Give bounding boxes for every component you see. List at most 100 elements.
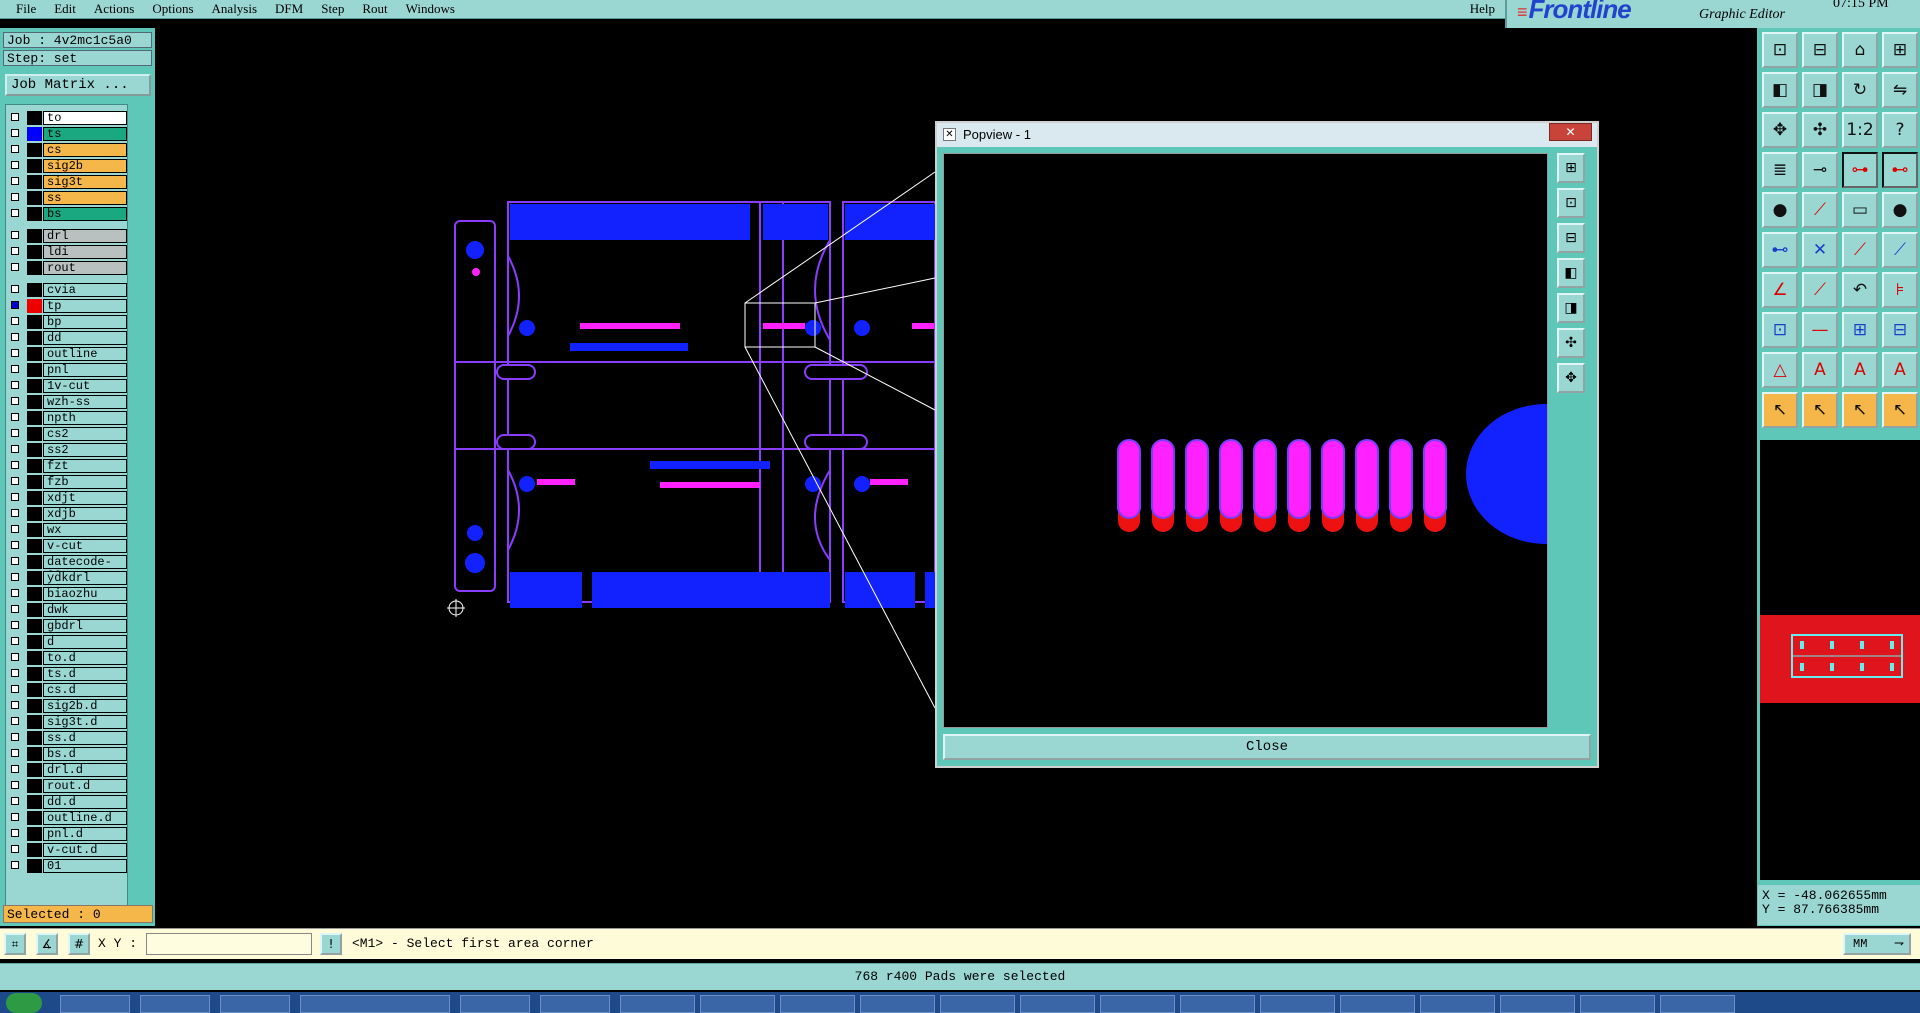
layer-row-rout[interactable]: rout [6,261,127,275]
layer-checkbox[interactable] [11,247,19,255]
pan-left-icon[interactable]: ◧ [1762,72,1798,108]
layer-row-xdjt[interactable]: xdjt [6,491,127,505]
layer-color-swatch[interactable] [27,571,42,585]
layer-row-biaozhu[interactable]: biaozhu [6,587,127,601]
letter-a-icon[interactable]: A [1802,352,1838,388]
layer-name[interactable]: cvia [43,283,127,297]
layer-color-swatch[interactable] [27,651,42,665]
fork-icon[interactable]: ⊧ [1882,272,1918,308]
layer-name[interactable]: bs.d [43,747,127,761]
layer-name[interactable]: v-cut.d [43,843,127,857]
layer-checkbox[interactable] [11,717,19,725]
start-button-icon[interactable] [6,993,42,1013]
layer-name[interactable]: drl.d [43,763,127,777]
layer-checkbox[interactable] [11,557,19,565]
layer-checkbox[interactable] [11,193,19,201]
pad-move-icon[interactable]: ⊡ [1762,312,1798,348]
layer-color-swatch[interactable] [27,331,42,345]
line-horizontal-icon[interactable]: — [1802,312,1838,348]
layer-color-swatch[interactable] [27,395,42,409]
layer-row-cs2[interactable]: cs2 [6,427,127,441]
menu-analysis[interactable]: Analysis [210,1,260,17]
layer-name[interactable]: rout.d [43,779,127,793]
popview-tool-zoom-window-icon[interactable]: ⊞ [1557,153,1585,183]
layer-row-sig3t-d[interactable]: sig3t.d [6,715,127,729]
layer-color-swatch[interactable] [27,143,42,157]
units-select[interactable]: MM ⇁ [1843,933,1911,955]
window-close-icon[interactable]: ✕ [1549,123,1592,141]
layer-color-swatch[interactable] [27,491,42,505]
layer-color-swatch[interactable] [27,411,42,425]
layer-row-dwk[interactable]: dwk [6,603,127,617]
layer-row-fzt[interactable]: fzt [6,459,127,473]
layer-name[interactable]: dd [43,331,127,345]
layer-color-swatch[interactable] [27,731,42,745]
layer-row-datecode-ss[interactable]: datecode-ss [6,555,127,580]
layer-color-swatch[interactable] [27,315,42,329]
popview-titlebar[interactable]: ✕ Popview - 1 ✕ [937,123,1597,147]
layer-checkbox[interactable] [11,605,19,613]
layer-name[interactable]: ss [43,191,127,205]
taskbar-button[interactable] [1100,995,1175,1013]
layer-row-wx[interactable]: wx [6,523,127,537]
center-icon[interactable]: ✣ [1802,112,1838,148]
layer-name[interactable]: xdjb [43,507,127,521]
feature-filter-icon[interactable]: ≣ [1762,152,1798,188]
taskbar-button[interactable] [220,995,290,1013]
angle-icon[interactable]: ∠ [1762,272,1798,308]
home-icon[interactable]: ⌂ [1842,32,1878,68]
taskbar-button[interactable] [140,995,210,1013]
menu-rout[interactable]: Rout [360,1,389,17]
popview-tool-pan-left-icon[interactable]: ◧ [1557,258,1585,288]
layer-color-swatch[interactable] [27,635,42,649]
add-pad-icon[interactable]: ● [1762,192,1798,228]
taskbar-button[interactable] [460,995,530,1013]
layer-name[interactable]: datecode-ss [43,555,127,580]
arc-node-icon[interactable]: ⟋ [1882,232,1918,268]
layer-color-swatch[interactable] [27,747,42,761]
layer-name[interactable]: dwk [43,603,127,617]
layer-row-ss[interactable]: ss [6,191,127,205]
layer-checkbox[interactable] [11,413,19,421]
layer-row-ldi[interactable]: ldi [6,245,127,259]
connect-icon[interactable]: ⊷ [1762,232,1798,268]
cross-icon[interactable]: ✕ [1802,232,1838,268]
layer-name[interactable]: d [43,635,127,649]
layer-row-v-cut[interactable]: v-cut [6,539,127,553]
letter-a-2-icon[interactable]: A [1842,352,1878,388]
layer-name[interactable]: sig2b.d [43,699,127,713]
pointer-3-icon[interactable]: ↖ [1842,392,1878,428]
layer-name[interactable]: npth [43,411,127,425]
layer-color-swatch[interactable] [27,427,42,441]
taskbar-button[interactable] [1260,995,1335,1013]
dot-icon[interactable]: ● [1882,192,1918,228]
layer-row-ts[interactable]: ts [6,127,127,141]
layer-color-swatch[interactable] [27,299,42,313]
layer-name[interactable]: bs [43,207,127,221]
popview-tool-zoom-in-icon[interactable]: ⊡ [1557,188,1585,218]
layer-row-bp[interactable]: bp [6,315,127,329]
layer-row-ydkdrl[interactable]: ydkdrl [6,571,127,585]
layer-name[interactable]: cs [43,143,127,157]
layer-name[interactable]: cs2 [43,427,127,441]
layer-row-gbdrl[interactable]: gbdrl [6,619,127,633]
popview-tool-zoom-out-icon[interactable]: ⊟ [1557,223,1585,253]
layer-color-swatch[interactable] [27,475,42,489]
layer-color-swatch[interactable] [27,619,42,633]
align-icon[interactable]: ⊞ [1842,312,1878,348]
taskbar-button[interactable] [1020,995,1095,1013]
layer-checkbox[interactable] [11,333,19,341]
layer-checkbox[interactable] [11,381,19,389]
layer-row-01[interactable]: 01 [6,859,127,873]
popview-tool-center-icon[interactable]: ✥ [1557,363,1585,393]
layer-checkbox[interactable] [11,317,19,325]
layer-name[interactable]: outline [43,347,127,361]
layout-icon[interactable]: ⊞ [1882,32,1918,68]
layer-color-swatch[interactable] [27,363,42,377]
select-move-icon[interactable]: ⊸ [1802,152,1838,188]
layer-name[interactable]: to.d [43,651,127,665]
snap-icon[interactable]: ⇋ [1882,72,1918,108]
grid-icon[interactable]: # [68,933,90,955]
layer-row-outline[interactable]: outline [6,347,127,361]
layer-checkbox[interactable] [11,445,19,453]
